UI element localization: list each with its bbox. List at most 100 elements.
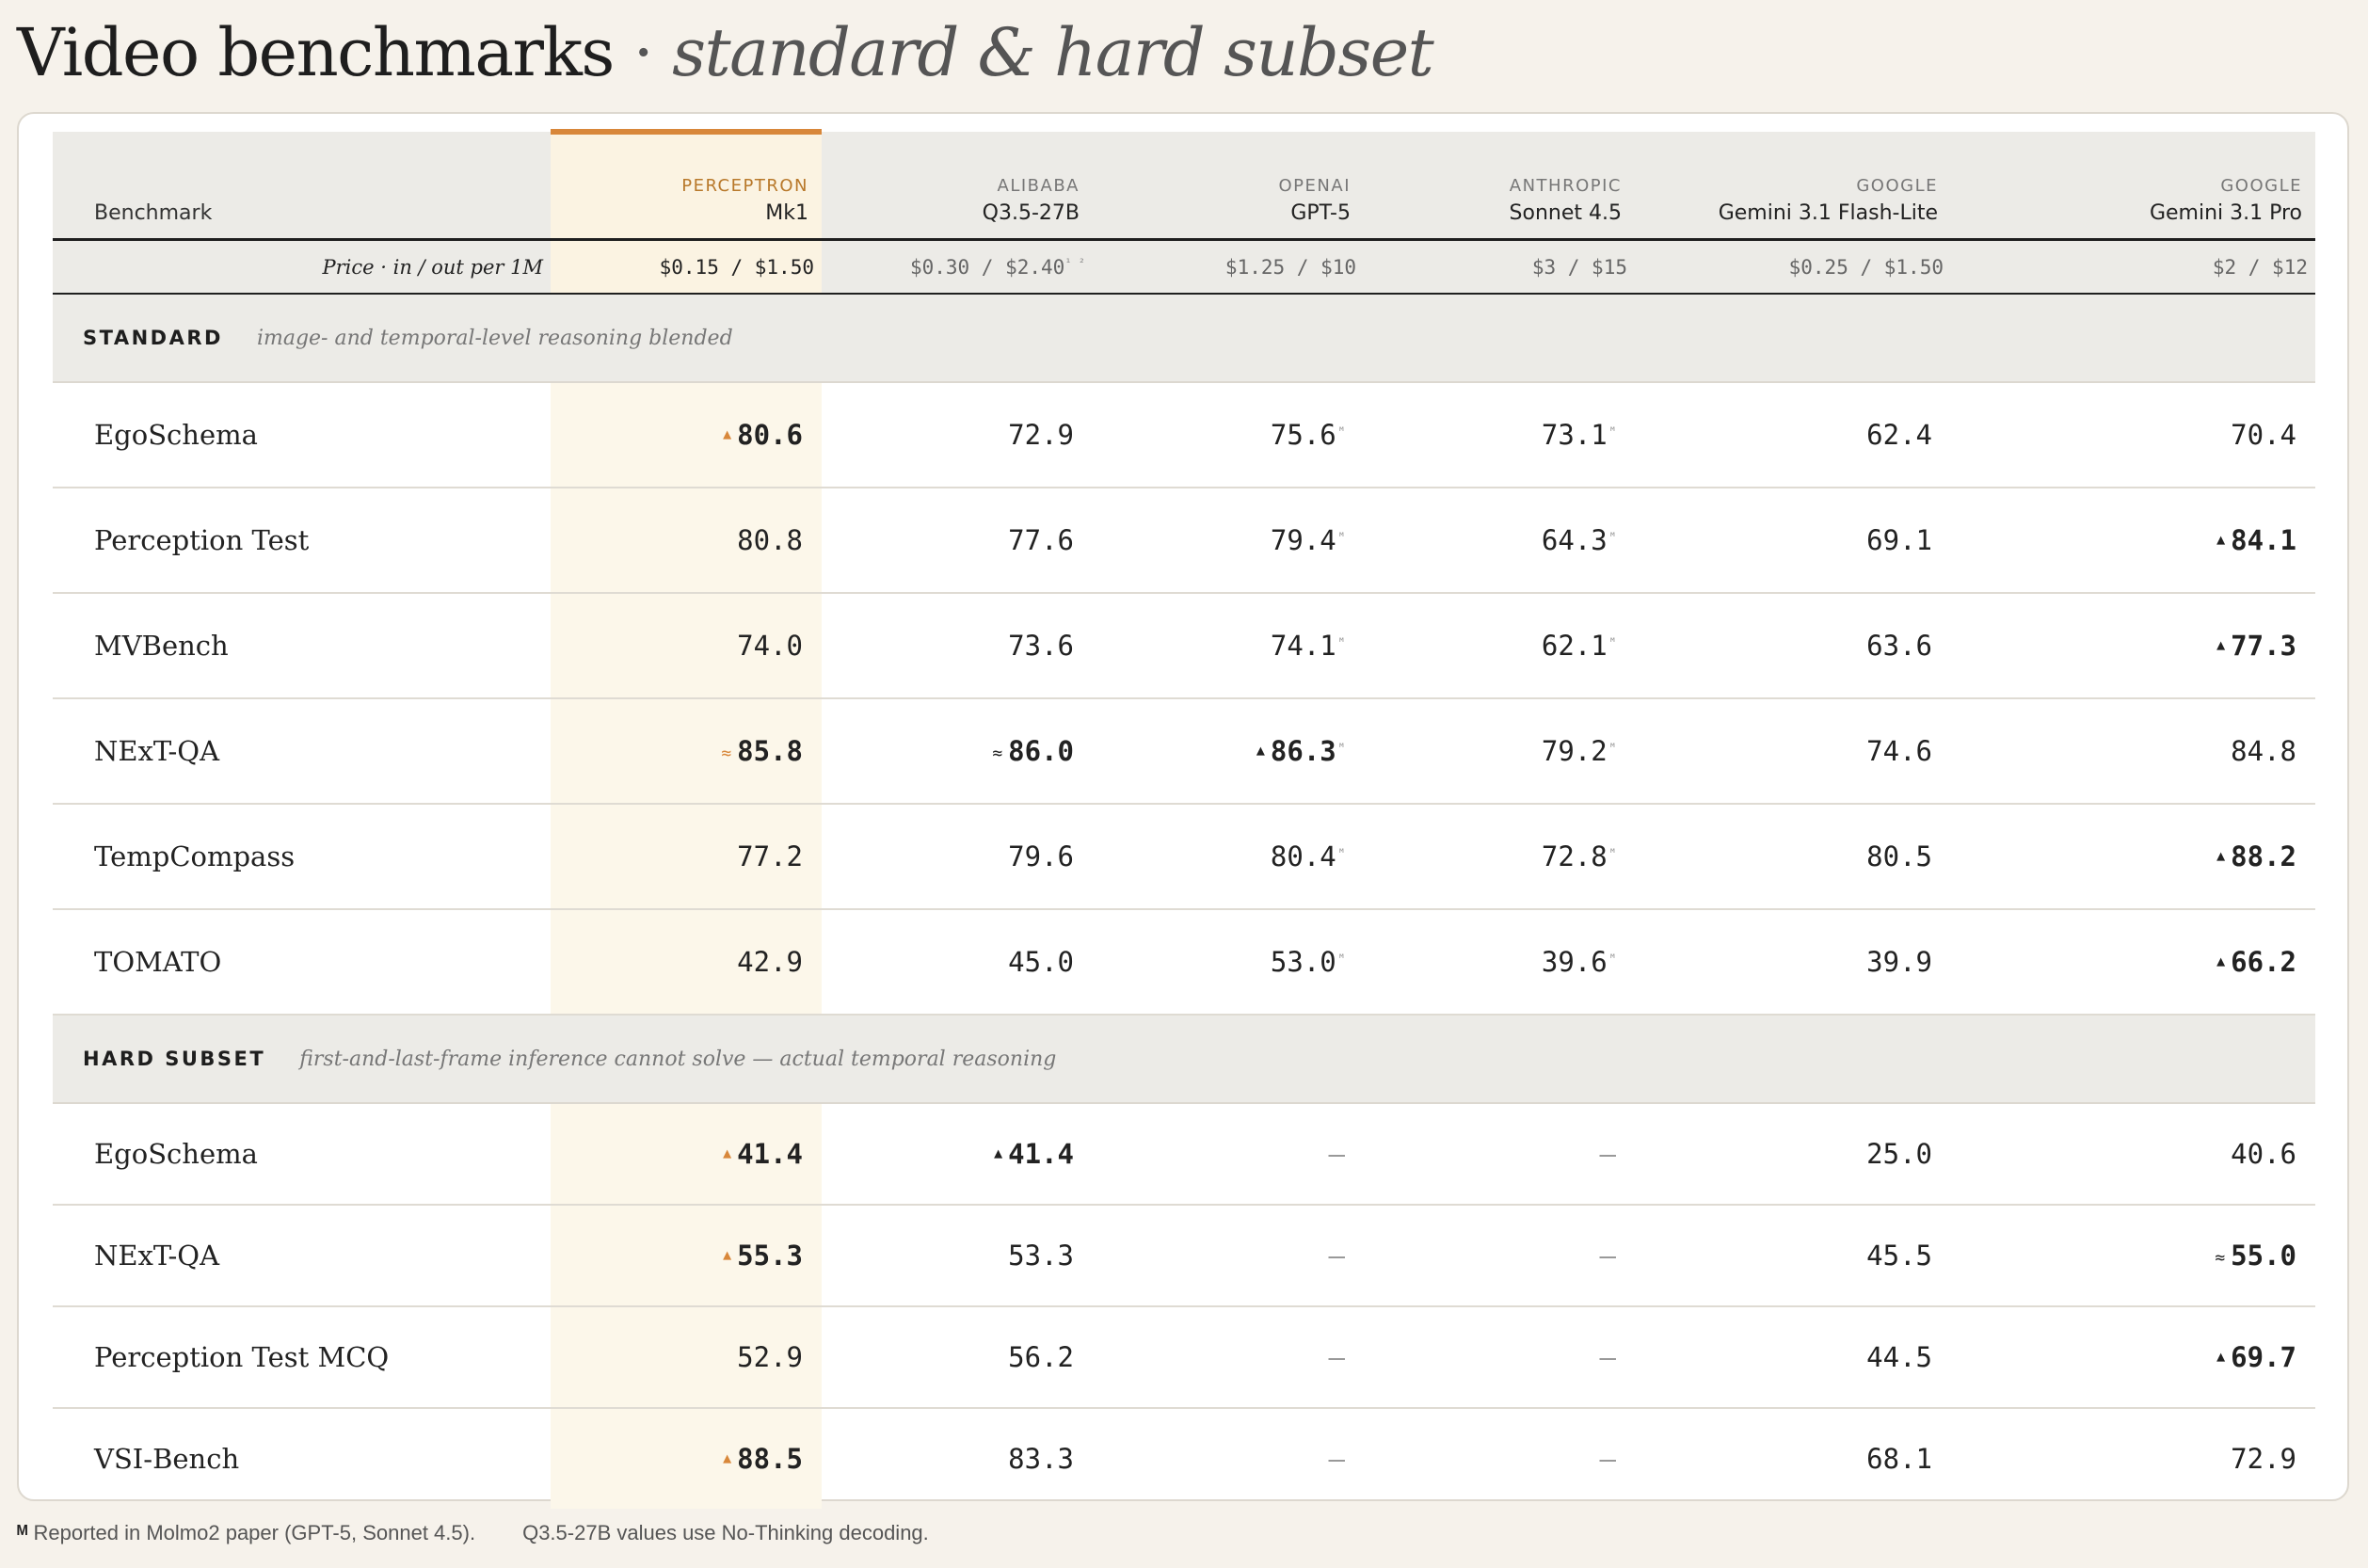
score-cell: ▲ 55.3	[551, 1205, 822, 1307]
score-cell: —	[1364, 1205, 1635, 1307]
score-value: 74.6	[1866, 735, 1932, 767]
score-value: 70.4	[2231, 419, 2296, 451]
price-value: $0.25 / $1.50	[1788, 255, 1944, 279]
column-header-model: ANTHROPIC Sonnet 4.5	[1364, 132, 1635, 241]
table-row: NExT-QA ▲ 55.3 53.3 — — 45.5 ≈55.0	[53, 1205, 2315, 1307]
molmo2-footnote-mark: ᴹ	[1337, 741, 1345, 754]
table-row: Perception Test 80.8 77.6 79.4 ᴹ 64.3 ᴹ 69.1 ▲ 84…	[53, 488, 2315, 594]
price-cell: $0.30 / $2.40¹ ²	[822, 239, 1093, 295]
model-name: Mk1	[765, 201, 808, 225]
score-cell: —	[1364, 1103, 1635, 1206]
column-header-benchmark: Benchmark	[53, 132, 551, 241]
score-cell: 80.8	[551, 488, 822, 594]
price-row: Price · in / out per 1M $0.15 / $1.50 $0…	[53, 239, 2315, 295]
table-row: Perception Test MCQ 52.9 56.2 — — 44.5 ▲ 69.7	[53, 1306, 2315, 1409]
score-cell: 73.1 ᴹ	[1364, 382, 1635, 488]
score-cell: ▲ 41.4	[551, 1103, 822, 1206]
score-cell: 69.1	[1635, 488, 1951, 594]
score-cell: 77.2	[551, 804, 822, 910]
score-value: —	[1599, 1138, 1616, 1170]
best-triangle-icon: ▲	[2216, 531, 2226, 548]
score-cell: 25.0	[1635, 1103, 1951, 1206]
molmo2-footnote-mark: ᴹ	[1337, 846, 1345, 859]
score-value: 63.6	[1866, 630, 1932, 662]
score-cell: 53.3	[822, 1205, 1093, 1307]
footnote-no-thinking: Q3.5-27B values use No-Thinking decoding…	[522, 1521, 929, 1544]
model-name: Sonnet 4.5	[1509, 201, 1622, 225]
price-cell: $3 / $15	[1364, 239, 1635, 295]
score-cell: ▲ 86.3 ᴹ	[1093, 698, 1364, 805]
score-value: 44.5	[1866, 1341, 1932, 1373]
molmo2-footnote-mark: ᴹ	[1337, 424, 1345, 438]
header-row: Benchmark PERCEPTRON Mk1 ALIBABA Q3.5-27B …	[53, 129, 2315, 241]
score-value: 39.6	[1541, 946, 1608, 978]
score-value: 53.0	[1270, 946, 1336, 978]
score-value: 73.1	[1541, 419, 1608, 451]
table-row: TempCompass 77.2 79.6 80.4 ᴹ 72.8 ᴹ 80.5 ▲ 88.2	[53, 804, 2315, 910]
score-cell: 39.6 ᴹ	[1364, 909, 1635, 1016]
benchmark-name: Perception Test	[53, 488, 551, 594]
title-sep: ·	[613, 14, 673, 91]
score-cell: 42.9	[551, 909, 822, 1016]
score-cell: ≈85.8	[551, 698, 822, 805]
score-cell: —	[1364, 1306, 1635, 1409]
score-cell: ≈55.0	[1951, 1205, 2315, 1307]
model-vendor: OPENAI	[1278, 176, 1351, 196]
score-cell: —	[1364, 1408, 1635, 1509]
score-value: 41.4	[1008, 1138, 1074, 1170]
score-value: 42.9	[737, 946, 803, 978]
score-value: —	[1328, 1443, 1345, 1475]
score-value: 88.5	[737, 1443, 803, 1475]
score-cell: ▲ 41.4	[822, 1103, 1093, 1206]
score-cell: 79.2 ᴹ	[1364, 698, 1635, 805]
score-value: 79.6	[1008, 840, 1074, 872]
approx-icon: ≈	[2215, 1248, 2226, 1268]
score-value: 52.9	[737, 1341, 803, 1373]
page-title: Video benchmarks · standard & hard subse…	[17, 8, 1434, 98]
section-header-cell: HARD SUBSET first-and-last-frame inferenc…	[53, 1015, 2315, 1104]
score-value: 74.0	[737, 630, 803, 662]
score-cell: 62.1 ᴹ	[1364, 593, 1635, 699]
best-triangle-icon: ▲	[723, 425, 732, 442]
score-value: 73.6	[1008, 630, 1074, 662]
model-vendor: PERCEPTRON	[681, 176, 808, 196]
table-row: EgoSchema ▲ 41.4 ▲ 41.4 — — 25.0 40.6	[53, 1103, 2315, 1206]
section-name: HARD SUBSET	[83, 1047, 266, 1070]
score-value: 77.3	[2231, 630, 2296, 662]
molmo2-footnote-mark: ᴹ	[1337, 635, 1345, 648]
score-value: 45.5	[1866, 1240, 1932, 1272]
score-cell: 44.5	[1635, 1306, 1951, 1409]
best-triangle-icon: ▲	[2216, 952, 2226, 969]
score-value: 40.6	[2231, 1138, 2296, 1170]
score-value: 79.4	[1270, 524, 1336, 556]
score-cell: 70.4	[1951, 382, 2315, 488]
model-name: Gemini 3.1 Flash-Lite	[1718, 201, 1938, 225]
score-cell: 45.5	[1635, 1205, 1951, 1307]
column-header-model: GOOGLE Gemini 3.1 Flash-Lite	[1635, 132, 1951, 241]
benchmark-name: TempCompass	[53, 804, 551, 910]
benchmark-table: Benchmark PERCEPTRON Mk1 ALIBABA Q3.5-27B …	[53, 129, 2315, 1509]
score-value: 80.8	[737, 524, 803, 556]
score-value: —	[1328, 1240, 1345, 1272]
molmo2-footnote-mark: ᴹ	[1337, 530, 1345, 543]
score-cell: 74.6	[1635, 698, 1951, 805]
benchmark-card: Benchmark PERCEPTRON Mk1 ALIBABA Q3.5-27B …	[17, 112, 2349, 1509]
table-row: VSI-Bench ▲ 88.5 83.3 — — 68.1 72.9	[53, 1408, 2315, 1509]
molmo2-footnote-mark: ᴹ	[1608, 846, 1616, 859]
score-value: 68.1	[1866, 1443, 1932, 1475]
score-value: 85.8	[737, 735, 803, 767]
best-triangle-icon: ▲	[1256, 742, 1265, 759]
score-value: 80.5	[1866, 840, 1932, 872]
column-header-model: PERCEPTRON Mk1	[551, 129, 822, 241]
column-header-model: ALIBABA Q3.5-27B	[822, 132, 1093, 241]
best-triangle-icon: ▲	[723, 1246, 732, 1263]
price-cell: $1.25 / $10	[1093, 239, 1364, 295]
score-cell: ▲ 77.3	[1951, 593, 2315, 699]
score-cell: 74.0	[551, 593, 822, 699]
score-value: 86.0	[1008, 735, 1074, 767]
benchmark-name: Perception Test MCQ	[53, 1306, 551, 1409]
score-value: 39.9	[1866, 946, 1932, 978]
score-cell: ▲ 88.2	[1951, 804, 2315, 910]
section-header-row: HARD SUBSET first-and-last-frame inferenc…	[53, 1015, 2315, 1104]
score-value: 77.2	[737, 840, 803, 872]
